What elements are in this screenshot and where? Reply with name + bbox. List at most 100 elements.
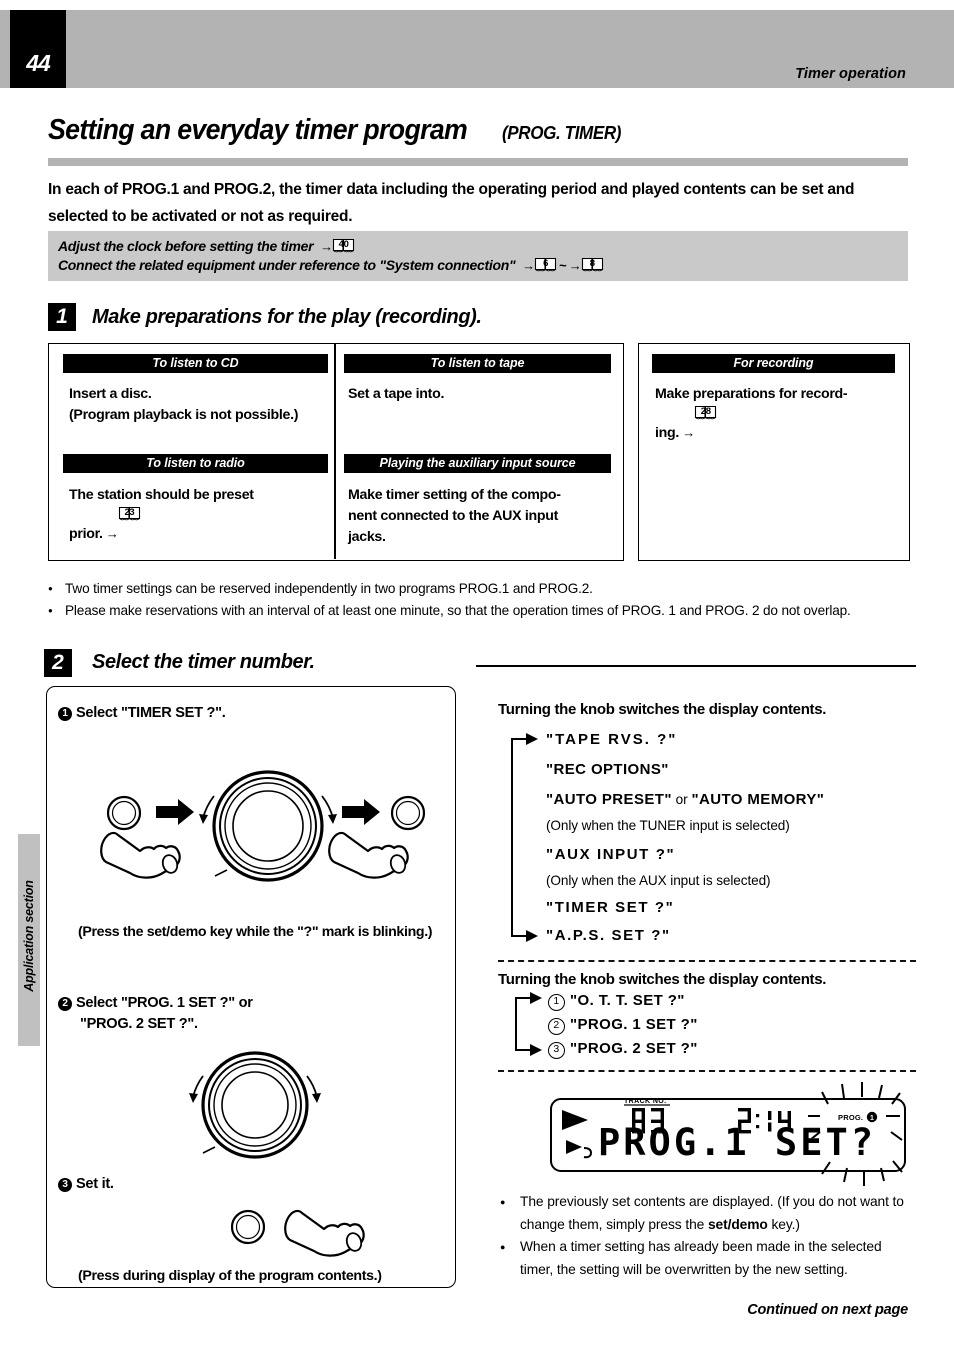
list-item: Please make reservations with an interva…: [46, 600, 916, 622]
page-ref-number: 8: [589, 258, 595, 269]
substep-1-label: 1 Select "TIMER SET ?".: [58, 703, 226, 724]
arrow-icon: →: [568, 258, 582, 273]
substep-3-note: (Press during display of the program con…: [78, 1268, 382, 1284]
substep-2-text-line1: Select "PROG. 1 SET ?" or: [76, 995, 253, 1011]
page-ref-icon: 23: [118, 506, 141, 522]
subhead-to-listen-cd: To listen to CD: [63, 354, 328, 373]
prerequisite-line-1-text: Adjust the clock before setting the time…: [58, 238, 314, 254]
display-item-rec-options: "REC OPTIONS": [546, 761, 669, 778]
substep-1-badge: 1: [58, 707, 72, 721]
footer-note-1-bold: set/demo: [707, 1216, 768, 1232]
display-contents-heading-1: Turning the knob switches the display co…: [498, 701, 827, 718]
display-item-prog1-set: 2 "PROG. 1 SET ?": [548, 1016, 698, 1035]
subhead-to-listen-tape: To listen to tape: [344, 354, 611, 373]
page-number-box: 44: [10, 10, 66, 88]
body-to-listen-radio-text: The station should be preset prior.: [69, 487, 254, 542]
display-item-prog2-set-text: "PROG. 2 SET ?": [570, 1040, 698, 1057]
page-ref-number: 28: [700, 406, 711, 417]
step1-column-divider: [334, 343, 336, 559]
footer-note-1-post: key.): [767, 1216, 800, 1232]
display-item-prog2-set: 3 "PROG. 2 SET ?": [548, 1040, 698, 1059]
lcd-main-text: PROG.1 SET?: [598, 1121, 877, 1164]
arrow-icon: →: [316, 239, 333, 254]
body-to-listen-tape: Set a tape into.: [348, 386, 445, 402]
subhead-for-recording: For recording: [652, 354, 895, 373]
display-item-ott-set: 1 "O. T. T. SET ?": [548, 992, 685, 1011]
page-ref-number: 6: [543, 258, 549, 269]
display-item-auto-preset: "AUTO PRESET" or "AUTO MEMORY": [546, 791, 824, 808]
list-item: The previously set contents are displaye…: [498, 1191, 916, 1236]
arrow-icon: →: [102, 526, 119, 541]
or-word: or: [671, 792, 692, 807]
prerequisite-line-2-text: Connect the related equipment under refe…: [58, 257, 516, 273]
dashed-divider-bottom: [498, 1070, 916, 1072]
page-title: Setting an everyday timer program (PROG. …: [48, 114, 908, 147]
svg-text:TRACK NO.: TRACK NO.: [624, 1098, 667, 1105]
page-number: 44: [26, 50, 51, 76]
timer-notes-list: Two timer settings can be reserved indep…: [46, 578, 916, 622]
substep-3-badge: 3: [58, 1178, 72, 1192]
dashed-divider-top: [498, 960, 916, 962]
substep-2-text-line2: "PROG. 2 SET ?".: [80, 1016, 198, 1032]
footer-note-2-pre: When a timer setting has already been ma…: [520, 1239, 882, 1277]
step-1-title: Make preparations for the play (recordin…: [92, 306, 482, 328]
body-to-listen-cd: Insert a disc. (Program playback is not …: [69, 386, 299, 423]
step-1-number: 1: [48, 303, 76, 331]
display-item-ott-set-text: "O. T. T. SET ?": [570, 992, 685, 1009]
display-item-timer-set: "TIMER SET ?": [546, 899, 675, 916]
list-item: Two timer settings can be reserved indep…: [46, 578, 916, 600]
page-title-sub: (PROG. TIMER): [501, 122, 621, 143]
display-item-prog1-set-text: "PROG. 1 SET ?": [570, 1016, 698, 1033]
display-contents-heading-2: Turning the knob switches the display co…: [498, 971, 827, 988]
loop-arrow-2: [515, 992, 542, 1056]
page-title-main: Setting an everyday timer program: [48, 114, 468, 146]
button-press-illustration: [230, 1209, 365, 1257]
page-ref-icon: 28: [694, 405, 717, 421]
prerequisite-line-2: Connect the related equipment under refe…: [58, 257, 604, 273]
page-ref-number: 40: [338, 239, 349, 250]
step-2-title: Select the timer number.: [92, 651, 315, 673]
step-2-number: 2: [44, 649, 72, 677]
prerequisite-line-1: Adjust the clock before setting the time…: [58, 238, 355, 254]
page-ref-icon: 6: [534, 257, 557, 273]
body-to-listen-radio: The station should be preset prior. → 23: [69, 485, 331, 545]
display-note-aux: (Only when the AUX input is selected): [546, 873, 771, 888]
substep-3-text: Set it.: [76, 1176, 114, 1192]
knob-press-illustration: [100, 770, 426, 882]
body-for-recording: Make preparations for record- ing. → 28: [655, 384, 903, 444]
substep-2-badge: 2: [58, 997, 72, 1011]
footer-notes: The previously set contents are displaye…: [498, 1191, 916, 1281]
circled-number: 1: [548, 994, 565, 1011]
arrow-icon: →: [679, 425, 695, 440]
title-underline: [48, 158, 908, 166]
tilde-separator: ~: [559, 258, 567, 273]
arrow-icon: →: [518, 258, 535, 273]
body-aux-input: Make timer setting of the compo- nent co…: [348, 487, 561, 545]
circled-number: 2: [548, 1018, 565, 1035]
step1-panel-right: [638, 343, 910, 561]
display-note-tuner: (Only when the TUNER input is selected): [546, 818, 790, 833]
display-item-aps-set: "A.P.S. SET ?": [546, 927, 671, 944]
page-ref-icon: 40: [332, 238, 355, 254]
subhead-aux-input: Playing the auxiliary input source: [344, 454, 611, 473]
display-item-auto-memory-text: "AUTO MEMORY": [691, 791, 825, 808]
side-tab-application-section: Application section: [18, 834, 40, 1046]
substep-3-label: 3 Set it.: [58, 1174, 114, 1195]
continued-label: Continued on next page: [747, 1302, 908, 1318]
substep-2-label: 2 Select "PROG. 1 SET ?" or: [58, 993, 253, 1014]
circled-number: 3: [548, 1042, 565, 1059]
subhead-to-listen-radio: To listen to radio: [63, 454, 328, 473]
knob-turn-illustration: [189, 1051, 321, 1159]
list-item: When a timer setting has already been ma…: [498, 1236, 916, 1281]
page-ref-number: 23: [124, 507, 135, 518]
substep-1-text: Select "TIMER SET ?".: [76, 705, 226, 721]
loop-arrow-1: [511, 733, 538, 942]
side-tab-label: Application section: [22, 880, 36, 992]
section-label: Timer operation: [795, 66, 906, 82]
display-item-tape-rvs: "TAPE RVS. ?": [546, 731, 678, 748]
substep-1-note: (Press the set/demo key while the "?" ma…: [78, 924, 433, 940]
display-item-aux-input: "AUX INPUT ?": [546, 846, 676, 863]
intro-paragraph: In each of PROG.1 and PROG.2, the timer …: [48, 181, 855, 225]
prerequisite-box: Adjust the clock before setting the time…: [48, 231, 908, 281]
right-column-top-rule: [476, 665, 916, 667]
